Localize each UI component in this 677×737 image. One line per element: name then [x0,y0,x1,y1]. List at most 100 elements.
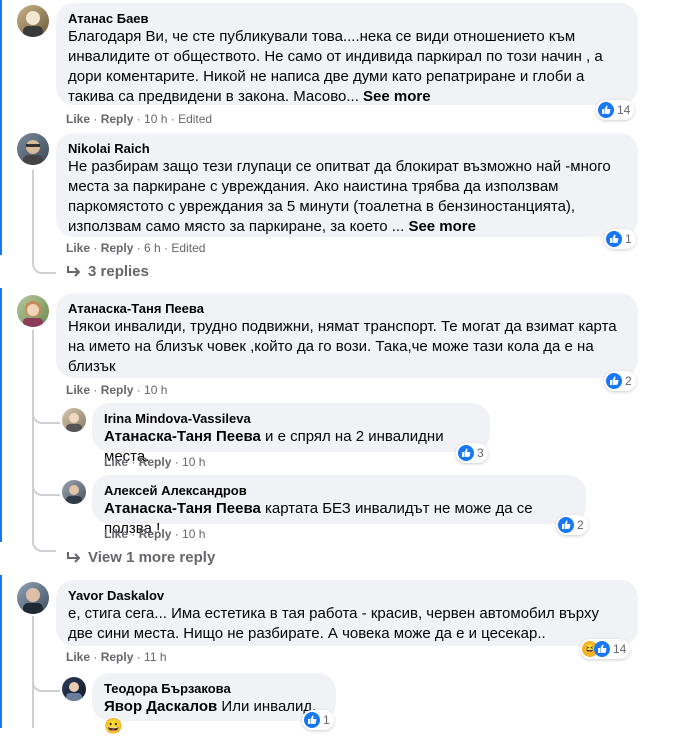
reply-button[interactable]: Reply [101,650,134,664]
replies-count: 3 replies [88,263,149,280]
timestamp[interactable]: 11 h [144,650,166,664]
comment-text: Не разбирам защо тези глупаци се опитват… [68,158,611,235]
reply-button[interactable]: Reply [139,527,172,541]
reaction-count[interactable]: 2 [604,371,636,391]
timestamp[interactable]: 10 h [144,112,167,126]
avatar[interactable] [62,408,86,432]
comment-actions: Like · Reply · 10 h [66,383,168,397]
timestamp[interactable]: 10 h [182,527,205,541]
comment-author[interactable]: Nikolai Raich [68,141,626,157]
reply-button[interactable]: Reply [101,383,134,397]
reaction-count[interactable]: 1 [604,229,636,249]
reaction-count[interactable]: 2 [556,515,588,535]
reaction-count[interactable]: 😆 14 [580,639,631,659]
avatar[interactable] [17,133,49,165]
more-replies-label: View 1 more reply [88,549,216,566]
avatar[interactable] [17,295,49,327]
user-photo-icon [23,140,43,165]
like-reaction-icon [558,517,574,533]
reply-arrow-icon [67,265,81,277]
reaction-number: 1 [625,232,632,246]
comment-bubble: Атанас Баев Благодаря Ви, че сте публику… [56,3,638,105]
reaction-count[interactable]: 1 [302,710,334,730]
reply-author[interactable]: Теодора Бързакова [104,681,324,697]
edited-label: Edited [178,112,213,126]
user-photo-icon [23,588,43,614]
like-button[interactable]: Like [66,383,90,397]
like-reaction-icon [594,641,610,657]
reply-arrow-icon [67,551,81,563]
view-more-replies-link[interactable]: View 1 more reply [66,549,215,566]
user-photo-icon [66,682,82,701]
reply-actions: Like · Reply · 10 h [104,527,206,541]
mention-link[interactable]: Явор Даскалов [104,698,217,715]
comment-text: Някои инвалиди, трудно подвижни, нямат т… [68,318,617,375]
reply-bubble: Алексей Александров Атанаска-Таня Пеева … [92,475,586,537]
comment-author[interactable]: Yavor Daskalov [68,588,626,604]
reaction-number: 2 [577,518,584,532]
user-photo-icon [66,413,82,432]
reply-button[interactable]: Reply [101,112,134,126]
thread-connector [32,520,56,552]
like-reaction-icon [606,231,622,247]
comment-actions: Like · Reply · 6 h · Edited [66,241,206,255]
comment-actions: Like · Reply · 11 h [66,650,167,664]
thread-connector [32,400,60,424]
reaction-number: 2 [625,374,632,388]
like-button[interactable]: Like [66,241,90,255]
mention-link[interactable]: Атанаска-Таня Пеева [104,428,261,445]
reaction-count[interactable]: 14 [596,100,635,120]
reply-actions: Like · Reply · 10 h [104,455,206,469]
timestamp[interactable]: 10 h [144,383,167,397]
user-photo-icon [66,485,82,504]
avatar[interactable] [17,582,49,614]
reply-button[interactable]: Reply [101,241,134,255]
reaction-number: 14 [617,103,631,117]
like-button[interactable]: Like [104,527,128,541]
timestamp[interactable]: 6 h [144,241,161,255]
like-reaction-icon [458,445,474,461]
like-reaction-icon [606,373,622,389]
edited-label: Edited [171,241,206,255]
reaction-number: 1 [323,713,330,727]
reaction-count[interactable]: 3 [456,443,488,463]
avatar[interactable] [17,5,49,37]
see-more-link[interactable]: See more [363,88,431,105]
like-reaction-icon [304,712,320,728]
reaction-number: 14 [613,642,627,656]
comment-bubble: Nikolai Raich Не разбирам защо тези глуп… [56,133,638,237]
comment-bubble: Yavor Daskalov е, стига сега... Има есте… [56,580,638,646]
thread-connector [32,668,60,692]
reply-button[interactable]: Reply [139,455,172,469]
reply-text: Явор Даскалов Или инвалид.😀 [104,698,317,735]
comment-author[interactable]: Атанаска-Таня Пеева [68,301,626,317]
avatar[interactable] [62,480,86,504]
thread-edge-marker [0,288,2,542]
mention-link[interactable]: Атанаска-Таня Пеева [104,500,261,517]
user-photo-icon [23,11,43,37]
thread-connector [32,470,60,496]
reply-bubble: Теодора Бързакова Явор Даскалов Или инва… [92,673,336,735]
like-button[interactable]: Like [66,112,90,126]
reply-bubble: Irina Mindova-Vassileva Атанаска-Таня Пе… [92,403,490,465]
thread-edge-marker [0,575,2,728]
reply-author[interactable]: Irina Mindova-Vassileva [104,411,478,427]
like-reaction-icon [598,102,614,118]
comment-actions: Like · Reply · 10 h · Edited [66,112,213,126]
thread-line [32,330,34,530]
comment-text: Благодаря Ви, че сте публикували това...… [68,28,603,105]
avatar[interactable] [62,677,86,701]
like-button[interactable]: Like [66,650,90,664]
like-button[interactable]: Like [104,455,128,469]
grinning-emoji-icon: 😀 [104,718,123,735]
comment-author[interactable]: Атанас Баев [68,11,626,27]
reaction-number: 3 [477,446,484,460]
thread-connector [32,170,56,274]
timestamp[interactable]: 10 h [182,455,205,469]
see-more-link[interactable]: See more [408,218,476,235]
view-replies-link[interactable]: 3 replies [66,263,149,280]
comment-bubble: Атанаска-Таня Пеева Някои инвалиди, труд… [56,293,638,378]
reply-author[interactable]: Алексей Александров [104,483,574,499]
user-photo-icon [23,301,43,327]
thread-edge-marker [0,0,2,255]
